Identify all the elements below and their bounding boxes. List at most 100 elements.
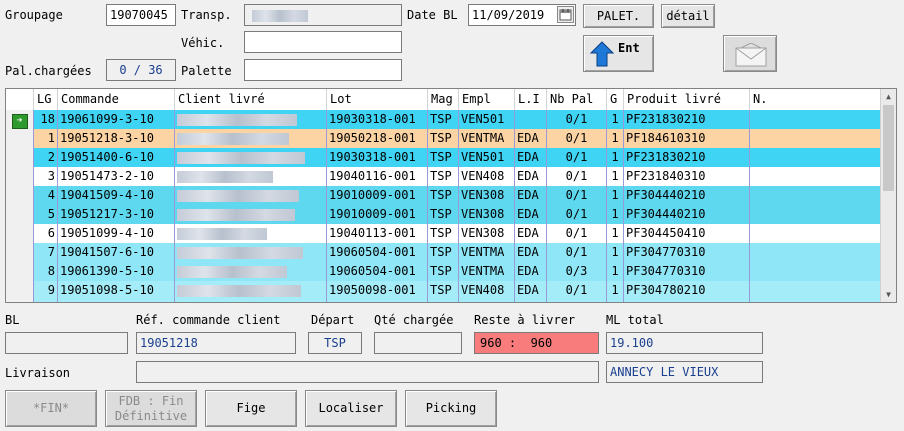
cell-lot: 19040113-001 [327,224,428,243]
col-nbpal[interactable]: Nb Pal [547,89,607,110]
cell-mag: TSP [428,186,459,205]
cell-nbpal: 0/1 [547,167,607,186]
cell-empl: VENTMA [459,243,515,262]
ml-label: ML total [606,313,664,327]
picking-button[interactable]: Picking [405,390,497,427]
cell-nbpal: 0/1 [547,110,607,129]
cell-commande: 19051217-3-10 [58,205,175,224]
cell-empl: VEN308 [459,224,515,243]
pal-chargees-label: Pal.chargées [5,64,92,78]
cell-n [750,300,882,302]
cell-nbpal [547,300,607,302]
cell-g: 1 [607,262,624,281]
fdb-button[interactable]: FDB : Fin Définitive [105,390,197,427]
cell-g: 1 [607,129,624,148]
col-lg[interactable]: LG [34,89,58,110]
cell-g: 1 [607,205,624,224]
palette-field[interactable] [244,59,402,81]
detail-button[interactable]: détail [661,4,715,28]
cell-lg: 3 [34,167,58,186]
table-row[interactable]: 8 19061390-5-10 19060504-001 TSP VENTMA EDA 0/… [6,262,882,282]
groupage-field[interactable]: 19070045 [106,4,176,26]
cell-commande: 19051400-6-10 [58,148,175,167]
cell-nbpal: 0/3 [547,262,607,281]
grid-scrollbar[interactable]: ▲ ▼ [880,89,896,302]
cell-produit: PF304780210 [624,281,750,300]
col-li[interactable]: L.I [515,89,547,110]
cell-empl: VEN501 [459,110,515,129]
cell-client [175,224,327,243]
scroll-down-icon[interactable]: ▼ [881,287,896,302]
ville-field: ANNECY LE VIEUX [606,361,763,383]
fige-button[interactable]: Fige [205,390,297,427]
vehic-field[interactable] [244,31,402,53]
cell-g: 1 [607,167,624,186]
col-n[interactable]: N. [750,89,882,110]
scroll-thumb[interactable] [883,105,894,191]
cell-commande: 19041509-4-10 [58,186,175,205]
fdb-line1: FDB : Fin [118,394,184,408]
cell-lot: 19010009-001 [327,186,428,205]
localiser-button[interactable]: Localiser [305,390,397,427]
cell-lg: 5 [34,205,58,224]
fin-button[interactable]: *FIN* [5,390,97,427]
table-row[interactable]: 4 19041509-4-10 19010009-001 TSP VEN308 EDA 0/… [6,186,882,206]
table-row[interactable]: 2 19051400-6-10 19030318-001 TSP VEN501 EDA 0/… [6,148,882,168]
date-bl-value: 11/09/2019 [472,8,545,22]
table-row[interactable]: ➔ 18 19061099-3-10 19030318-001 TSP VEN501 0/1… [6,110,882,130]
cell-g: 1 [607,148,624,167]
cell-produit: PF231830210 [624,148,750,167]
col-empl[interactable]: Empl [459,89,515,110]
lines-grid[interactable]: LG Commande Client livré Lot Mag Empl L.… [5,88,897,303]
cell-g: 1 [607,224,624,243]
redacted-client [177,189,299,202]
cell-li: EDA [515,167,547,186]
row-pointer [6,262,34,281]
col-produit[interactable]: Produit livré [624,89,750,110]
cell-g: 1 [607,281,624,300]
table-row[interactable]: 5 19051217-3-10 19010009-001 TSP VEN308 EDA 0/… [6,205,882,225]
mail-button[interactable] [723,35,777,72]
cell-li: EDA [515,148,547,167]
cell-commande: 19051099-4-10 [58,224,175,243]
cell-commande: 19051218-3-10 [58,129,175,148]
cell-nbpal: 0/1 [547,148,607,167]
bl-label: BL [5,313,20,327]
table-row[interactable]: 6 19051099-4-10 19040113-001 TSP VEN308 EDA 0/… [6,224,882,244]
cell-n [750,129,882,148]
cell-li [515,300,547,302]
row-pointer [6,300,34,302]
col-g[interactable]: G [607,89,624,110]
cell-mag: TSP [428,243,459,262]
transp-field[interactable] [244,4,402,26]
cell-client [175,129,327,148]
table-row[interactable]: 7 19041507-6-10 19060504-001 TSP VENTMA EDA 0/… [6,243,882,263]
col-lot[interactable]: Lot [327,89,428,110]
table-row[interactable] [6,300,882,302]
calendar-icon[interactable] [557,6,574,23]
qte-label: Qté chargée [374,313,454,327]
table-row[interactable]: 3 19051473-2-10 19040116-001 TSP VEN408 EDA 0/… [6,167,882,187]
cell-produit: PF304440210 [624,186,750,205]
cell-empl: VENTMA [459,262,515,281]
col-client[interactable]: Client livré [175,89,327,110]
palet-button[interactable]: PALET. [583,4,654,28]
cell-empl: VEN308 [459,186,515,205]
cell-nbpal: 0/1 [547,205,607,224]
cell-g: 1 [607,186,624,205]
cell-li: EDA [515,205,547,224]
col-mag[interactable]: Mag [428,89,459,110]
scroll-up-icon[interactable]: ▲ [881,89,896,104]
pal-chargees-field: 0 / 36 [106,59,176,81]
qte-field [374,332,462,354]
cell-n [750,148,882,167]
col-commande[interactable]: Commande [58,89,175,110]
ent-button[interactable]: Ent [583,35,654,72]
cell-commande: 19041507-6-10 [58,243,175,262]
table-row[interactable]: 1 19051218-3-10 19050218-001 TSP VENTMA EDA 0/… [6,129,882,149]
cell-empl: VEN308 [459,205,515,224]
cell-lg: 7 [34,243,58,262]
cell-li: EDA [515,262,547,281]
table-row[interactable]: 9 19051098-5-10 19050098-001 TSP VEN408 EDA 0/… [6,281,882,301]
cell-nbpal: 0/1 [547,243,607,262]
